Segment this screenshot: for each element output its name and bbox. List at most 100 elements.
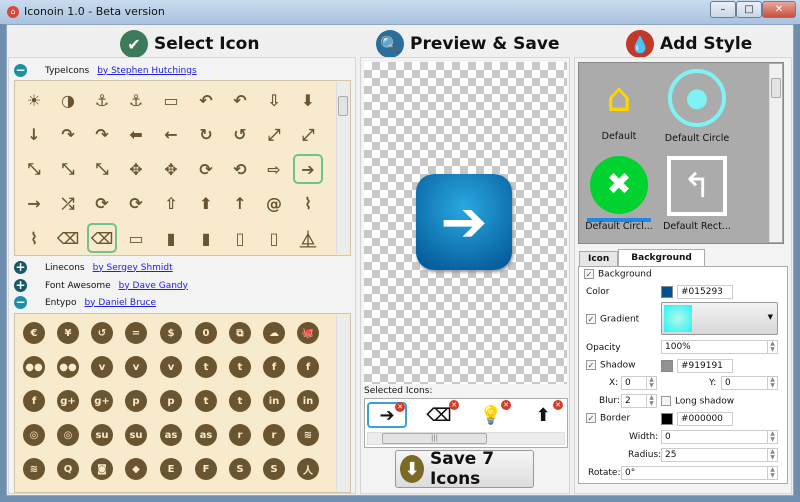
gplus-icon[interactable]: g+ [53,386,83,416]
pinterest-icon[interactable]: p [121,386,151,416]
twitter-circle-icon[interactable]: t [225,352,255,382]
selected-backspace-icon[interactable]: ⌫ ✕ [419,400,459,428]
arrow-move-icon[interactable]: ✥ [156,154,186,184]
github-icon[interactable]: 🐙 [293,318,323,348]
color-field[interactable]: #015293 [677,285,733,299]
author-link[interactable]: by Sergey Shmidt [93,263,173,273]
icon-set-typeicons[interactable]: − TypeIcons by Stephen Hutchings [14,64,197,77]
selected-icons-scrollbar[interactable]: ||| [367,432,565,445]
maximize-button[interactable]: □ [736,1,762,18]
border-width-field[interactable]: 0 ▲ ▼ [661,430,778,444]
evernote-icon[interactable]: E [156,454,186,484]
long-shadow-checkbox[interactable]: Long shadow [661,396,734,407]
arrow-sync-icon[interactable]: ⟳ [121,189,151,219]
battery-mid-icon[interactable]: ▯ [259,223,289,253]
arrow-right-icon[interactable]: ➔ [293,154,323,184]
arrow-maximise-icon[interactable]: ⤢ [293,120,323,150]
remove-icon[interactable]: ✕ [553,400,563,410]
gradient-dropdown[interactable]: ▼ [661,302,778,335]
beaker-icon[interactable]: ⏅ [293,223,323,253]
archive-icon[interactable]: ▭ [156,85,186,115]
shadow-color-swatch[interactable] [661,360,673,372]
facebook-circle-icon[interactable]: f [293,352,323,382]
border-color-swatch[interactable] [661,413,673,425]
background-checkbox[interactable]: ✓ Background [584,269,652,280]
rdio-icon[interactable]: r [225,420,255,450]
attachment-outline-icon[interactable]: ⌇ [293,189,323,219]
style-default-circle[interactable]: ● Default Circle [657,69,737,144]
arrow-repeat-outline-icon[interactable]: ⟳ [191,154,221,184]
expand-icon[interactable]: + [14,279,27,292]
vimeo-icon[interactable]: v [121,352,151,382]
shadow-checkbox[interactable]: ✓ Shadow [586,360,636,371]
spotify-circle-icon[interactable]: ≋ [19,454,49,484]
style-default-circle-filled[interactable]: ✖ Default Circl... [579,156,659,232]
attachment-icon[interactable]: ⌇ [19,223,49,253]
skype-circle-icon[interactable]: S [259,454,289,484]
radius-field[interactable]: 25 ▲ ▼ [661,448,778,462]
facebook-square-icon[interactable]: f [19,386,49,416]
copy-icon[interactable]: ⧉ [225,318,255,348]
arrow-left-icon[interactable]: ← [156,120,186,150]
arrow-maximise-outline-icon[interactable]: ⤢ [259,120,289,150]
gradient-checkbox[interactable]: ✓ Gradient [586,314,639,325]
close-button[interactable]: ✕ [762,1,796,18]
arrow-down-outline-icon[interactable]: ⇩ [259,85,289,115]
dropbox-icon[interactable]: ◆ [121,454,151,484]
rdio-circle-icon[interactable]: r [259,420,289,450]
remove-icon[interactable]: ✕ [449,400,459,410]
entypo-scrollbar[interactable] [336,315,349,491]
flickr-dots-icon[interactable]: ●● [53,352,83,382]
selected-lightbulb-icon[interactable]: 💡 ✕ [471,400,511,428]
opacity-field[interactable]: 100% ▲ ▼ [661,340,778,354]
tab-icon[interactable]: Icon [579,251,619,266]
arrow-down-small-icon[interactable]: ↓ [19,120,49,150]
save-icons-button[interactable]: ⬇ Save 7 Icons [395,449,534,489]
arrow-forward-icon[interactable]: ↷ [87,120,117,150]
flattr-icon[interactable]: F [191,454,221,484]
remove-icon[interactable]: ✕ [395,402,405,412]
stumbleupon-circle-icon[interactable]: su [121,420,151,450]
anchor-icon[interactable]: ⚓ [121,85,151,115]
arrow-minimise-icon[interactable]: ⤡ [87,154,117,184]
arrow-shuffle-icon[interactable]: ⤮ [53,189,83,219]
linkedin-circle-icon[interactable]: in [293,386,323,416]
battery-full-icon[interactable]: ▮ [156,223,186,253]
pinterest-circle-icon[interactable]: p [156,386,186,416]
linkedin-icon[interactable]: in [259,386,289,416]
arrow-loop-outline-icon[interactable]: ↻ [191,120,221,150]
arrow-up-small-icon[interactable]: ↑ [225,189,255,219]
backspace-icon[interactable]: ⌫ [87,223,117,253]
skype-icon[interactable]: S [225,454,255,484]
lastfm-icon[interactable]: as [156,420,186,450]
selected-arrow-right-icon[interactable]: ➔ ✕ [367,402,407,428]
collapse-icon[interactable]: − [14,296,27,309]
zero-icon[interactable]: 0 [191,318,221,348]
backspace-outline-icon[interactable]: ⌫ [53,223,83,253]
vimeo-square-icon[interactable]: v [156,352,186,382]
shadow-y-field[interactable]: 0 ▲ ▼ [721,376,778,390]
style-list-scrollbar[interactable] [769,64,782,242]
euro-icon[interactable]: € [19,318,49,348]
anchor-outline-icon[interactable]: ⚓ [87,85,117,115]
dribbble-icon[interactable]: ◎ [19,420,49,450]
arrow-up-icon[interactable]: ⬆ [191,189,221,219]
arrow-minimise-outline-icon[interactable]: ⤡ [53,154,83,184]
arrow-back-icon[interactable]: ↶ [225,85,255,115]
instagram-icon[interactable]: ◙ [87,454,117,484]
author-link[interactable]: by Stephen Hutchings [97,66,196,76]
equal-icon[interactable]: = [121,318,151,348]
typeicons-scrollbar[interactable] [336,82,349,254]
arrow-forward-outline-icon[interactable]: ↷ [53,120,83,150]
no-dollar-icon[interactable]: $ [156,318,186,348]
tumblr-icon[interactable]: t [191,386,221,416]
sun-icon[interactable]: ☀ [19,85,49,115]
twitter-icon[interactable]: t [191,352,221,382]
remove-icon[interactable]: ✕ [501,400,511,410]
qq-icon[interactable]: Q [53,454,83,484]
vimeo-circle-icon[interactable]: v [87,352,117,382]
facebook-icon[interactable]: f [259,352,289,382]
arrow-loop-icon[interactable]: ↺ [225,120,255,150]
rotate-field[interactable]: 0° ▲ ▼ [621,466,778,480]
ccw-icon[interactable]: ↺ [87,318,117,348]
